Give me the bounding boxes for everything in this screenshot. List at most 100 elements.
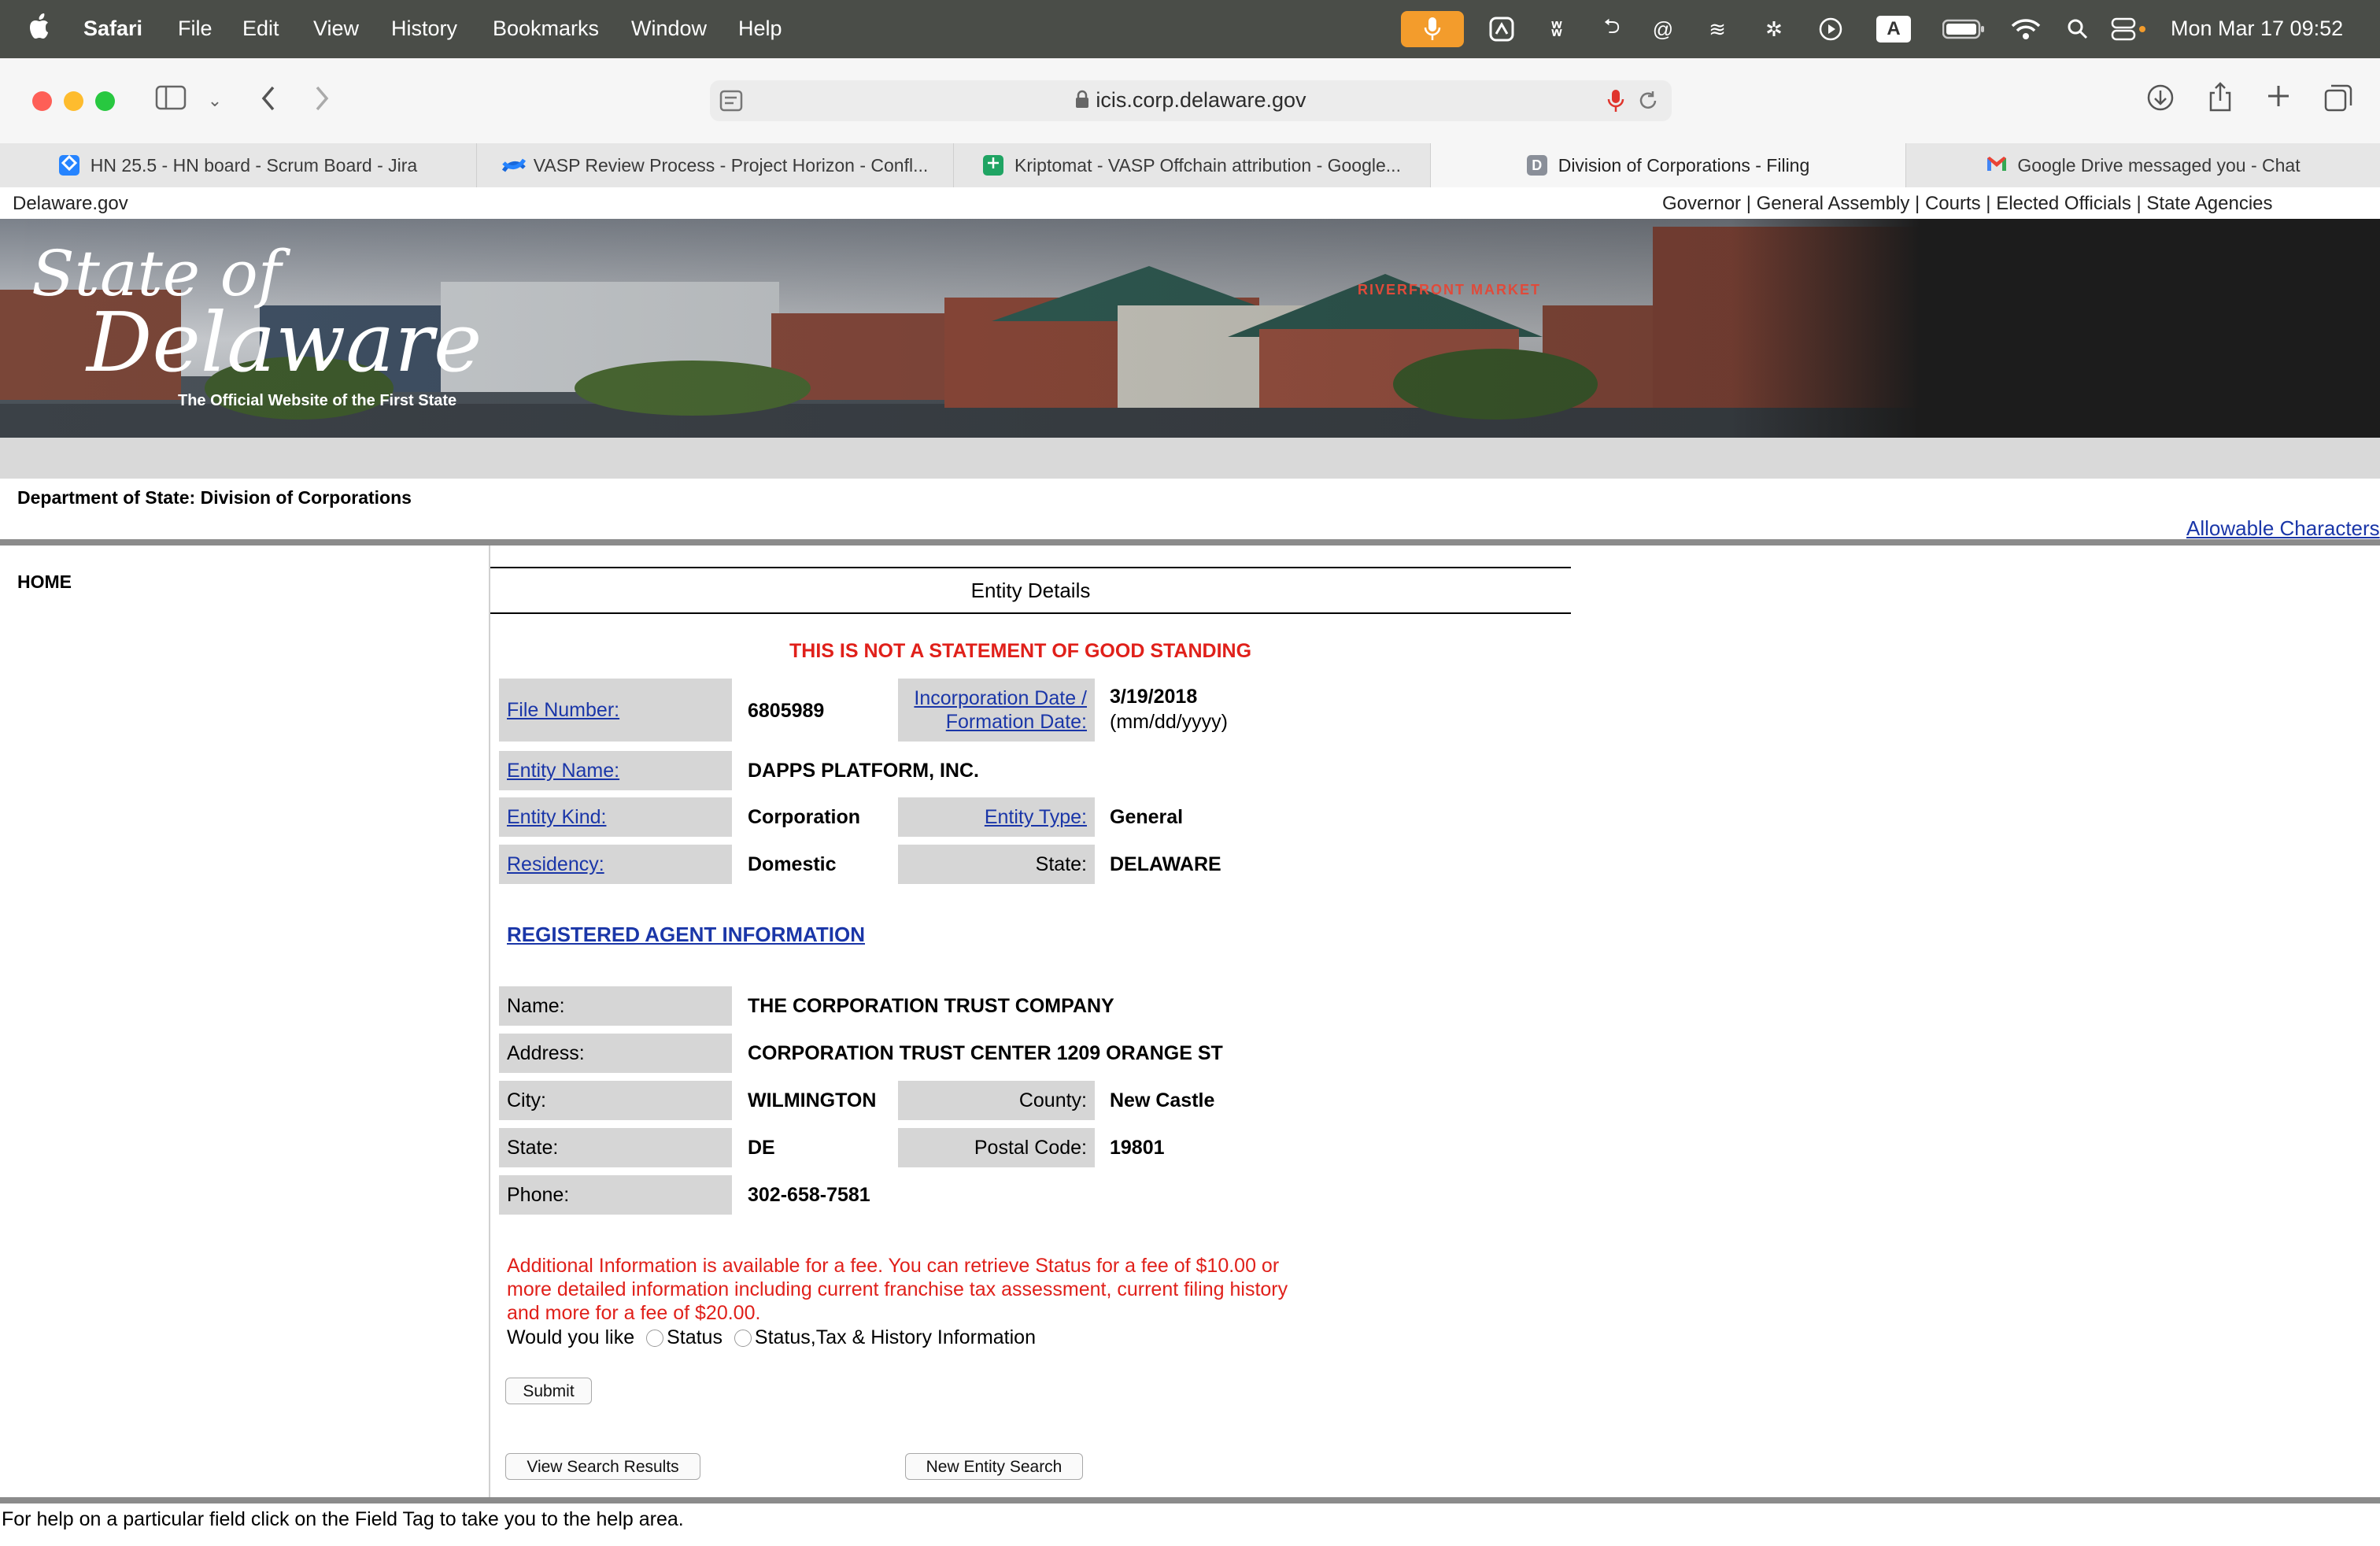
fee-info-line-2: more detailed information including curr… <box>507 1278 1288 1300</box>
new-tab-icon[interactable] <box>2260 83 2297 115</box>
chevron-down-icon[interactable]: ⌄ <box>197 85 233 117</box>
status-radio[interactable] <box>646 1330 664 1348</box>
play-icon[interactable] <box>1815 14 1846 44</box>
tab-google-sheets[interactable]: Kriptomat - VASP Offchain attribution - … <box>954 143 1431 187</box>
delaware-gov-link[interactable]: Delaware.gov <box>13 193 128 215</box>
entity-name-label[interactable]: Entity Name: <box>507 760 619 782</box>
good-standing-warning: THIS IS NOT A STATEMENT OF GOOD STANDING <box>789 640 1252 662</box>
agent-name-label: Name: <box>499 986 732 1026</box>
back-icon[interactable] <box>250 85 286 118</box>
menu-bookmarks[interactable]: Bookmarks <box>493 14 599 43</box>
status-radio-label: Status <box>667 1326 722 1348</box>
incorporation-date-label-1[interactable]: Incorporation Date / <box>914 686 1087 710</box>
date-format-hint: (mm/dd/yyyy) <box>1110 711 1228 733</box>
wifi-icon[interactable] <box>2009 14 2043 44</box>
agent-county-label: County: <box>898 1081 1095 1120</box>
file-number-label[interactable]: File Number: <box>507 699 619 722</box>
new-entity-search-button[interactable]: New Entity Search <box>905 1453 1083 1480</box>
menu-safari[interactable]: Safari <box>83 14 142 43</box>
file-number-label-cell: File Number: <box>499 679 732 742</box>
zoom-window-button[interactable] <box>95 91 115 111</box>
lock-icon <box>1075 90 1089 114</box>
view-search-results-button[interactable]: View Search Results <box>505 1453 700 1480</box>
entity-name-label-cell: Entity Name: <box>499 751 732 790</box>
minimize-window-button[interactable] <box>64 91 83 111</box>
banner-sign: RIVERFRONT MARKET <box>1358 282 1541 298</box>
submit-button[interactable]: Submit <box>505 1378 592 1404</box>
chart-icon[interactable]: ʬ <box>1541 14 1572 44</box>
reload-icon[interactable] <box>1637 90 1659 116</box>
allowable-characters-link[interactable]: Allowable Characters <box>2186 516 2380 541</box>
tab-gmail-chat[interactable]: Google Drive messaged you - Chat <box>1906 143 2380 187</box>
tab-label: Google Drive messaged you - Chat <box>2017 154 2301 176</box>
search-icon[interactable] <box>2062 14 2094 44</box>
menu-history[interactable]: History <box>391 14 457 43</box>
menu-file[interactable]: File <box>178 14 213 43</box>
agent-name-value: THE CORPORATION TRUST COMPANY <box>748 995 1114 1017</box>
entity-type-label-cell: Entity Type: <box>898 797 1095 837</box>
apple-menu-icon[interactable] <box>30 13 52 45</box>
fee-info-line-3: and more for a fee of $20.00. <box>507 1302 761 1324</box>
nav-home-link[interactable]: HOME <box>17 571 72 593</box>
agent-postal-label: Postal Code: <box>898 1128 1095 1167</box>
footer-divider <box>0 1497 2380 1503</box>
residency-value: Domestic <box>748 853 837 875</box>
fee-options-row: Would you like Status Status,Tax & Histo… <box>507 1326 1036 1349</box>
launch-icon[interactable] <box>1486 14 1517 44</box>
registered-agent-heading[interactable]: REGISTERED AGENT INFORMATION <box>507 923 865 947</box>
entity-kind-label-cell: Entity Kind: <box>499 797 732 837</box>
tab-label: Kriptomat - VASP Offchain attribution - … <box>1014 154 1401 176</box>
incorporation-date-label-cell: Incorporation Date / Formation Date: <box>898 679 1095 742</box>
banner-gray-bar <box>0 438 2380 479</box>
entity-kind-value: Corporation <box>748 806 861 828</box>
top-nav-links[interactable]: Governor | General Assembly | Courts | E… <box>1662 193 2273 215</box>
agent-state-label: State: <box>499 1128 732 1167</box>
keyboard-a-icon[interactable]: A <box>1876 16 1911 43</box>
dictation-icon[interactable] <box>1607 88 1624 117</box>
residency-label[interactable]: Residency: <box>507 853 604 876</box>
tab-label: VASP Review Process - Project Horizon - … <box>533 154 929 176</box>
menu-edit[interactable]: Edit <box>242 14 279 43</box>
tab-jira[interactable]: HN 25.5 - HN board - Scrum Board - Jira <box>0 143 477 187</box>
agent-state-value: DE <box>748 1137 775 1159</box>
agent-address-value: CORPORATION TRUST CENTER 1209 ORANGE ST <box>748 1042 1223 1064</box>
tab-overview-icon[interactable] <box>2320 83 2356 118</box>
control-center-icon[interactable] <box>2109 14 2149 44</box>
menu-help[interactable]: Help <box>738 14 782 43</box>
arrow-icon[interactable]: ⮌ <box>1596 14 1628 44</box>
close-window-button[interactable] <box>32 91 52 111</box>
banner-tagline: The Official Website of the First State <box>178 392 457 409</box>
incorporation-date-label-2[interactable]: Formation Date: <box>946 710 1087 734</box>
tab-confluence[interactable]: VASP Review Process - Project Horizon - … <box>477 143 954 187</box>
entity-name-value: DAPPS PLATFORM, INC. <box>748 760 979 782</box>
bug-icon[interactable]: ✲ <box>1758 14 1790 44</box>
entity-kind-label[interactable]: Entity Kind: <box>507 806 606 829</box>
entity-type-label[interactable]: Entity Type: <box>985 806 1087 829</box>
banner-logo-line2: Delaware <box>87 294 482 390</box>
menu-window[interactable]: Window <box>631 14 707 43</box>
agent-postal-value: 19801 <box>1110 1137 1165 1159</box>
tab-division-of-corporations[interactable]: D Division of Corporations - Filing <box>1431 143 1906 187</box>
header-divider <box>0 539 2380 546</box>
agent-phone-label: Phone: <box>499 1175 732 1215</box>
confluence-icon <box>501 155 526 176</box>
residency-label-cell: Residency: <box>499 845 732 884</box>
address-bar[interactable]: icis.corp.delaware.gov <box>710 80 1672 121</box>
full-history-radio[interactable] <box>734 1330 752 1348</box>
layers-icon[interactable]: ≋ <box>1702 14 1733 44</box>
tab-label: HN 25.5 - HN board - Scrum Board - Jira <box>90 154 418 176</box>
url-value: icis.corp.delaware.gov <box>1096 88 1306 112</box>
fee-info-line-1: Additional Information is available for … <box>507 1255 1280 1277</box>
menu-view[interactable]: View <box>313 14 359 43</box>
sheets-icon <box>983 155 1004 176</box>
at-icon[interactable]: @ <box>1645 14 1681 44</box>
share-icon[interactable] <box>2202 82 2238 120</box>
forward-icon[interactable] <box>304 85 340 118</box>
downloads-icon[interactable] <box>2142 83 2179 118</box>
battery-icon[interactable] <box>1941 14 1986 44</box>
microphone-icon[interactable] <box>1401 11 1464 47</box>
agent-city-value: WILMINGTON <box>748 1089 877 1111</box>
full-history-radio-label: Status,Tax & History Information <box>754 1326 1036 1348</box>
sidebar-icon[interactable] <box>153 85 189 117</box>
incorporation-date-value: 3/19/2018 <box>1110 686 1198 708</box>
